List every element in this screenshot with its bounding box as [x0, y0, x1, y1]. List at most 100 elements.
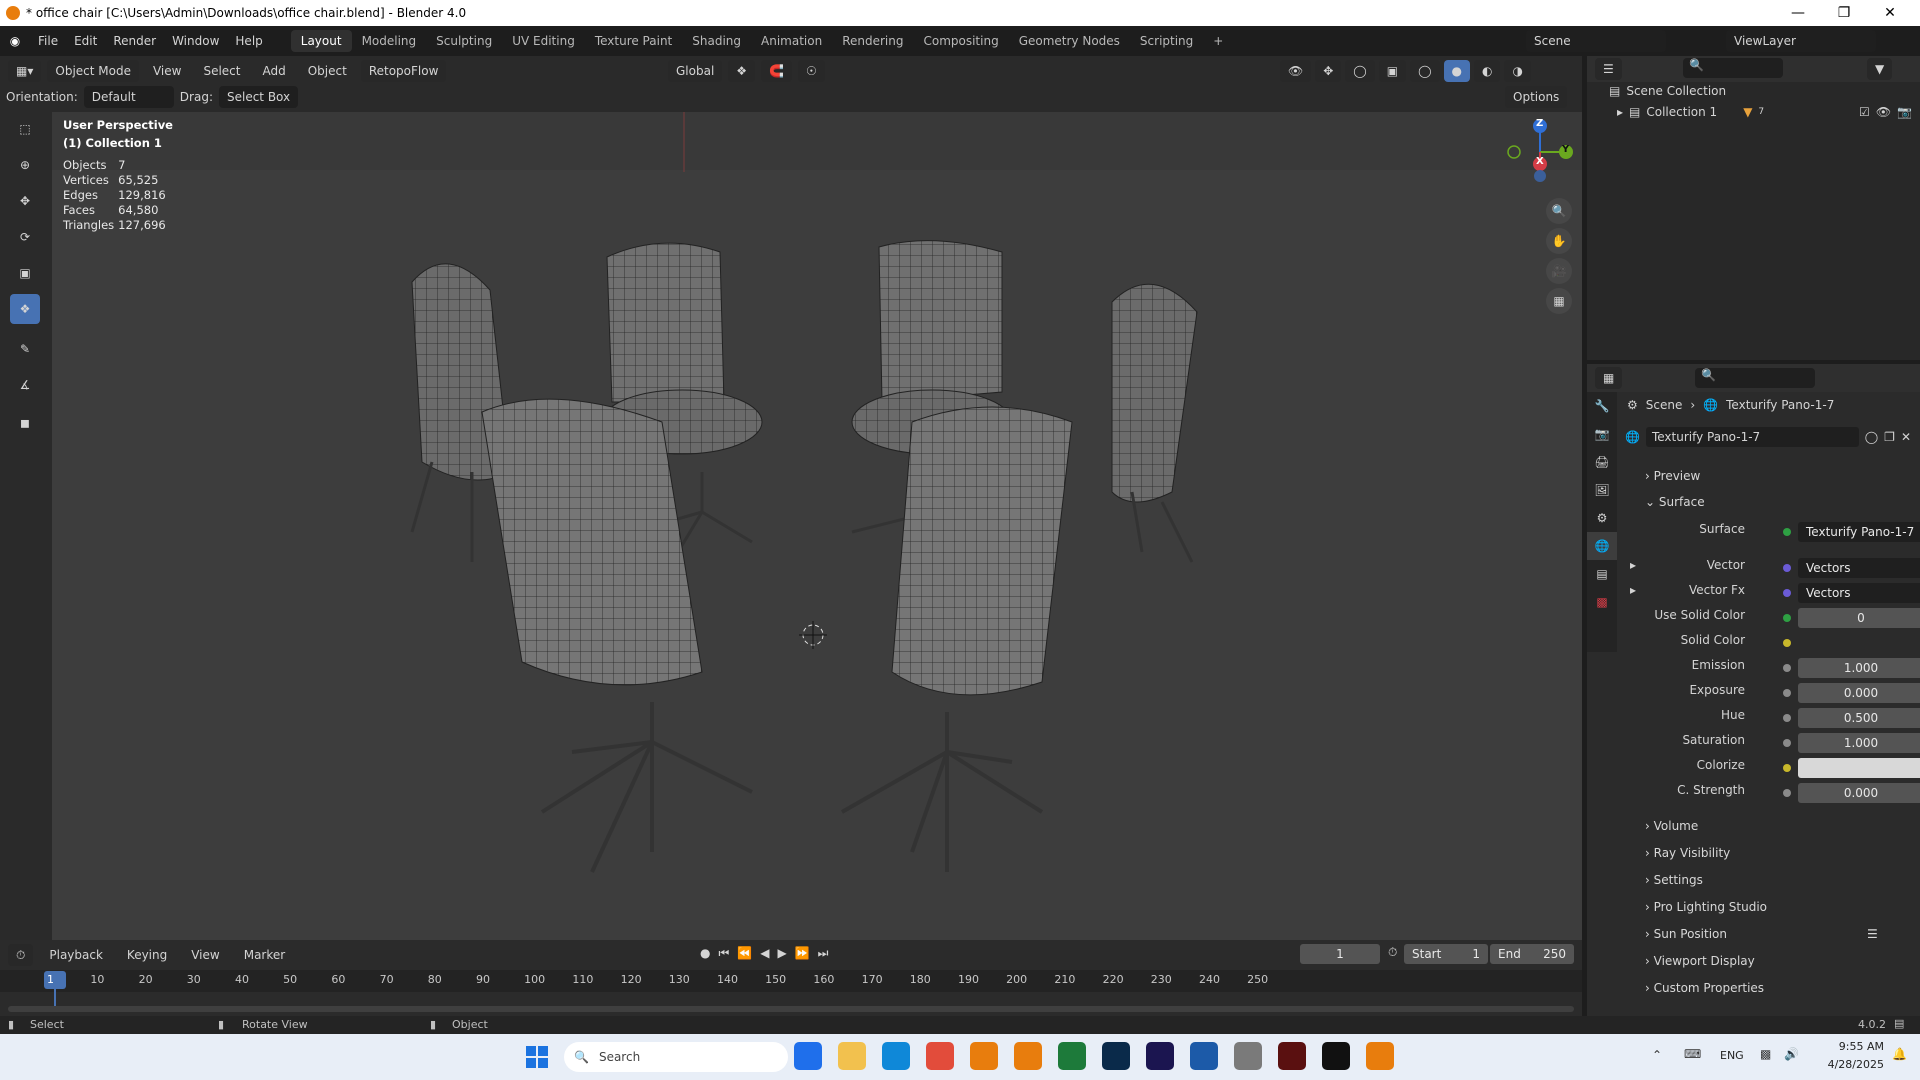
- socket-icon[interactable]: [1783, 589, 1791, 597]
- properties-editor-type-icon[interactable]: ▦: [1595, 367, 1623, 389]
- chevron-up-icon[interactable]: ⌃: [1652, 1048, 1662, 1062]
- world-datablock-selector[interactable]: 🌐 Texturify Pano-1-7 ◯ ❐ ✕: [1625, 426, 1911, 448]
- visibility-icon[interactable]: 👁: [1280, 60, 1312, 82]
- timeline-view-menu[interactable]: View: [183, 948, 227, 962]
- keyboard-icon[interactable]: ⌨: [1684, 1047, 1701, 1061]
- tab-modeling[interactable]: Modeling: [352, 30, 427, 52]
- socket-icon[interactable]: [1783, 614, 1791, 622]
- pycharm-icon[interactable]: [1058, 1042, 1086, 1070]
- scene-tab-icon[interactable]: ⚙: [1587, 504, 1617, 532]
- perspective-grid-icon[interactable]: ▦: [1546, 288, 1572, 314]
- chair-front-left[interactable]: [481, 398, 753, 873]
- tab-animation[interactable]: Animation: [751, 30, 832, 52]
- edge-icon[interactable]: [882, 1042, 910, 1070]
- add-cube-tool-icon[interactable]: ◼: [10, 408, 40, 438]
- chairs-mesh[interactable]: [52, 112, 1582, 940]
- view-layer-tab-icon[interactable]: 🖼: [1587, 476, 1617, 504]
- tab-sculpting[interactable]: Sculpting: [426, 30, 502, 52]
- output-tab-icon[interactable]: 🖨: [1587, 448, 1617, 476]
- panel-settings[interactable]: › Settings: [1627, 868, 1907, 892]
- taskbar-search-box[interactable]: 🔍 Search: [564, 1042, 788, 1072]
- panel-sun-position[interactable]: › Sun Position ☰: [1627, 922, 1907, 946]
- select-box-tool-icon[interactable]: ⬚: [10, 114, 40, 144]
- panel-ray-visibility[interactable]: › Ray Visibility: [1627, 841, 1907, 865]
- blender-launcher-icon[interactable]: [1014, 1042, 1042, 1070]
- socket-icon[interactable]: [1783, 764, 1791, 772]
- retopoflow-button[interactable]: RetopoFlow: [360, 60, 447, 82]
- drag-dropdown[interactable]: Select Box: [218, 86, 299, 108]
- options-dropdown[interactable]: Options: [1505, 86, 1568, 108]
- shading-rendered-icon[interactable]: ◑: [1504, 60, 1531, 82]
- render-tab-icon[interactable]: 📷: [1587, 420, 1617, 448]
- add-menu[interactable]: Add: [254, 64, 293, 78]
- zoom-icon[interactable]: 🔍: [1546, 198, 1572, 224]
- socket-icon[interactable]: [1783, 739, 1791, 747]
- camera-icon[interactable]: 📷: [1897, 105, 1912, 119]
- tab-shading[interactable]: Shading: [682, 30, 751, 52]
- shading-material-icon[interactable]: ◐: [1474, 60, 1501, 82]
- rotate-tool-icon[interactable]: ⟳: [10, 222, 40, 252]
- next-keyframe-icon[interactable]: ⏩: [795, 946, 810, 961]
- scale-tool-icon[interactable]: ▣: [10, 258, 40, 288]
- panel-volume[interactable]: › Volume: [1627, 814, 1907, 838]
- outliner-search-icon[interactable]: 🔍: [1683, 58, 1783, 78]
- prop-field[interactable]: 0.500: [1798, 708, 1920, 728]
- unlink-x-icon[interactable]: ✕: [1901, 430, 1911, 444]
- scene-name[interactable]: Scene: [1526, 30, 1666, 52]
- fake-user-shield-icon[interactable]: ◯: [1865, 430, 1878, 444]
- collection-tab-icon[interactable]: ▤: [1587, 560, 1617, 588]
- minimize-button[interactable]: —: [1775, 0, 1821, 26]
- start-frame-field[interactable]: Start 1: [1404, 944, 1488, 964]
- clock-date[interactable]: 4/28/2025: [1816, 1058, 1884, 1071]
- play-icon[interactable]: ▶: [777, 946, 786, 961]
- expand-arrow-icon[interactable]: ▸: [1630, 583, 1636, 597]
- blender-menu-icon[interactable]: ◉: [0, 34, 30, 48]
- 3d-viewport[interactable]: User Perspective (1) Collection 1 Object…: [52, 112, 1582, 940]
- panel-pro-lighting-studio[interactable]: › Pro Lighting Studio: [1627, 895, 1907, 919]
- menu-edit[interactable]: Edit: [66, 34, 105, 48]
- keying-menu[interactable]: Keying: [119, 948, 175, 962]
- socket-icon[interactable]: [1783, 789, 1791, 797]
- current-frame-field[interactable]: 1: [1300, 944, 1380, 964]
- transform-tool-icon[interactable]: ❖: [10, 294, 40, 324]
- menu-file[interactable]: File: [30, 34, 66, 48]
- panel-surface[interactable]: ⌄ Surface: [1627, 490, 1907, 514]
- marker-menu[interactable]: Marker: [236, 948, 293, 962]
- volume-icon[interactable]: 🔊: [1784, 1047, 1799, 1061]
- copilot-icon[interactable]: [794, 1042, 822, 1070]
- annotate-tool-icon[interactable]: ✎: [10, 334, 40, 364]
- texture-tab-icon[interactable]: ▩: [1587, 588, 1617, 616]
- tab-layout[interactable]: Layout: [290, 30, 352, 52]
- orientation-dropdown[interactable]: Default: [83, 86, 174, 108]
- select-menu[interactable]: Select: [195, 64, 248, 78]
- menu-window[interactable]: Window: [164, 34, 227, 48]
- timeline-scrollbar[interactable]: [8, 1006, 1574, 1012]
- blender-taskbar-icon[interactable]: [970, 1042, 998, 1070]
- checkbox-icon[interactable]: ☑: [1859, 105, 1870, 119]
- menu-help[interactable]: Help: [227, 34, 270, 48]
- tab-compositing[interactable]: Compositing: [913, 30, 1008, 52]
- playback-menu[interactable]: Playback: [41, 948, 111, 962]
- panel-custom-properties[interactable]: › Custom Properties: [1627, 976, 1907, 1000]
- navigation-gizmo[interactable]: Z Y X: [1492, 112, 1582, 192]
- cursor-tool-icon[interactable]: ⊕: [10, 150, 40, 180]
- network-icon[interactable]: ▩: [1760, 1047, 1771, 1061]
- windows-start-icon[interactable]: [526, 1046, 548, 1068]
- tool-tab-icon[interactable]: 🔧: [1587, 392, 1617, 420]
- prop-field[interactable]: Texturify Pano-1-7: [1798, 522, 1920, 542]
- photoshop-icon[interactable]: [1102, 1042, 1130, 1070]
- socket-icon[interactable]: [1783, 664, 1791, 672]
- prop-field[interactable]: Vectors: [1798, 583, 1920, 603]
- eye-icon[interactable]: 👁: [1876, 105, 1891, 119]
- prop-field[interactable]: 0.000: [1798, 783, 1920, 803]
- properties-search-icon[interactable]: 🔍: [1695, 368, 1815, 388]
- notification-bell-icon[interactable]: 🔔: [1892, 1047, 1907, 1061]
- play-reverse-icon[interactable]: ◀: [760, 946, 769, 961]
- view-layer-name[interactable]: ViewLayer: [1726, 30, 1876, 52]
- colorize-color-swatch[interactable]: [1798, 758, 1920, 778]
- timeline-editor-type-icon[interactable]: ⏱: [8, 944, 34, 966]
- snap-icon[interactable]: 🧲: [761, 60, 792, 82]
- chrome-icon[interactable]: [926, 1042, 954, 1070]
- socket-icon[interactable]: [1783, 639, 1791, 647]
- scene-selector[interactable]: Scene: [1526, 30, 1666, 52]
